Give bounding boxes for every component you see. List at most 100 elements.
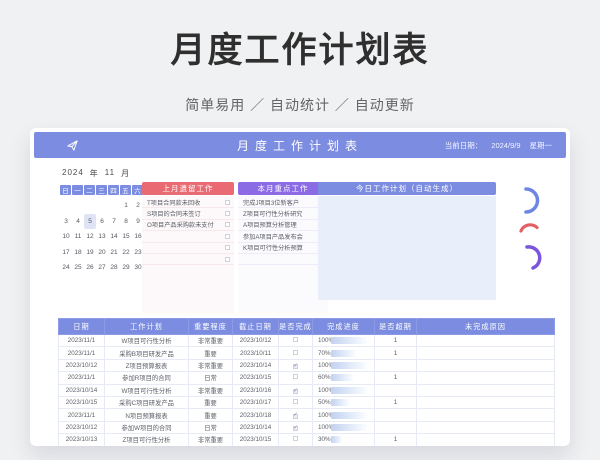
task-checkbox[interactable] — [225, 234, 230, 239]
progress-percent: 60% — [313, 374, 330, 381]
progress-bar — [331, 362, 367, 369]
done-checkbox[interactable] — [293, 426, 298, 431]
cell-reason — [417, 396, 555, 408]
cell-overdue: 1 — [375, 347, 417, 359]
progress-ring-charts — [508, 183, 552, 303]
done-checkbox[interactable] — [293, 436, 298, 441]
cell-plan: N项目预算报表 — [105, 409, 189, 421]
cell-plan: 采购B项目研发产品 — [105, 347, 189, 359]
done-checkbox[interactable] — [293, 414, 298, 419]
cell-date: 2023/11/1 — [59, 372, 105, 384]
calendar-day-cell[interactable]: 12 — [84, 229, 96, 245]
calendar-day-cell[interactable]: 18 — [72, 245, 84, 261]
task-checkbox[interactable] — [225, 245, 230, 250]
cell-date: 2023/10/14 — [59, 384, 105, 396]
done-checkbox[interactable] — [293, 399, 298, 404]
calendar-day-cell[interactable]: 15 — [120, 229, 132, 245]
calendar-day-cell[interactable]: 7 — [108, 214, 120, 230]
cell-priority: 非常重要 — [189, 434, 233, 446]
work-plan-table: 日期工作计划重要程度截止日期是否完成完成进度是否超期未完成原因 2023/11/… — [58, 318, 555, 446]
done-checkbox[interactable] — [293, 350, 298, 355]
progress-percent: 50% — [313, 399, 330, 406]
current-date-label: 当前日期： — [445, 140, 483, 151]
task-item: O项目产品采购款未支付 — [142, 220, 234, 231]
monthly-panel-body: 完成J项目3位新客户Z项目可行性分析研究A项目预算分析管理参加A项目产品发布会K… — [238, 196, 328, 313]
calendar-day-cell[interactable]: 25 — [72, 260, 84, 276]
calendar-day-cell[interactable] — [96, 198, 108, 214]
calendar-day-cell[interactable]: 28 — [108, 260, 120, 276]
calendar-day-cell[interactable]: 13 — [96, 229, 108, 245]
calendar-day-cell[interactable]: 6 — [96, 214, 108, 230]
cell-date: 2023/10/12 — [59, 359, 105, 371]
ring-red-arc — [521, 225, 537, 231]
cell-done — [279, 434, 313, 446]
calendar-month[interactable]: 11 — [105, 168, 115, 179]
ring-blue-arc — [526, 189, 538, 212]
calendar-day-cell[interactable]: 19 — [84, 245, 96, 261]
calendar-day-cell[interactable]: 27 — [96, 260, 108, 276]
cell-done — [279, 409, 313, 421]
calendar-day-cell[interactable]: 11 — [72, 229, 84, 245]
calendar-day-cell[interactable]: 1 — [120, 198, 132, 214]
cell-reason — [417, 384, 555, 396]
task-checkbox[interactable] — [225, 222, 230, 227]
task-checkbox[interactable] — [225, 257, 230, 262]
calendar-day-cell[interactable]: 4 — [72, 214, 84, 230]
progress-bar — [331, 350, 356, 357]
task-item-label: 参加A项目产品发布会 — [243, 232, 303, 241]
cell-done — [279, 384, 313, 396]
calendar-day-cell[interactable]: 10 — [60, 229, 72, 245]
calendar-day-cell[interactable]: 3 — [60, 214, 72, 230]
done-checkbox[interactable] — [293, 374, 298, 379]
calendar-day-cell[interactable] — [72, 198, 84, 214]
calendar-day-cell[interactable]: 21 — [108, 245, 120, 261]
calendar-day-cell[interactable]: 29 — [120, 260, 132, 276]
progress-bar — [331, 387, 367, 394]
calendar-day-cell[interactable]: 24 — [60, 260, 72, 276]
cell-reason — [417, 434, 555, 446]
calendar-day-cell[interactable] — [108, 198, 120, 214]
cell-done — [279, 421, 313, 433]
task-item-label: K项目可行性分析预算 — [243, 243, 303, 252]
app-window: 月度工作计划表 当前日期： 2024/9/9 星期一 2024 年 11 月 日… — [30, 128, 570, 446]
progress-cell: 100% — [313, 335, 374, 346]
calendar-month-label: 月 — [121, 168, 130, 179]
calendar-day-cell[interactable]: 8 — [120, 214, 132, 230]
cell-plan: W项目可行性分析 — [105, 384, 189, 396]
cell-overdue — [375, 359, 417, 371]
task-checkbox[interactable] — [225, 200, 230, 205]
done-checkbox[interactable] — [293, 389, 298, 394]
leftover-work-panel: 上月遗留工作 T项目合同款未回收S项目的合同未签订O项目产品采购款未支付 — [142, 182, 234, 313]
calendar-year[interactable]: 2024 — [62, 168, 84, 179]
leftover-panel-body: T项目合同款未回收S项目的合同未签订O项目产品采购款未支付 — [142, 196, 234, 313]
leftover-panel-header: 上月遗留工作 — [142, 182, 234, 195]
calendar-day-cell[interactable] — [84, 198, 96, 214]
calendar-weekday: 二 — [84, 185, 95, 195]
progress-percent: 100% — [313, 412, 330, 419]
calendar-day-cell[interactable]: 17 — [60, 245, 72, 261]
calendar-day-cell[interactable]: 14 — [108, 229, 120, 245]
table-row: 2023/10/12Z项目预算报表非常重要2023/10/14100% — [59, 359, 555, 371]
cell-plan: 采购C项目研发产品 — [105, 396, 189, 408]
task-item: K项目可行性分析预算 — [238, 243, 328, 254]
calendar-day-cell[interactable]: 5 — [84, 214, 96, 230]
calendar-day-cell[interactable]: 22 — [120, 245, 132, 261]
cell-reason — [417, 421, 555, 433]
cell-due: 2023/10/14 — [233, 359, 279, 371]
task-checkbox[interactable] — [225, 211, 230, 216]
calendar-title: 2024 年 11 月 — [60, 168, 144, 179]
cell-plan: 参加W项目的合同 — [105, 421, 189, 433]
cell-overdue — [375, 384, 417, 396]
cell-date: 2023/11/1 — [59, 335, 105, 347]
done-checkbox[interactable] — [293, 337, 298, 342]
cell-priority: 日常 — [189, 372, 233, 384]
task-item: Z项目可行性分析研究 — [238, 208, 328, 219]
cell-due: 2023/10/16 — [233, 384, 279, 396]
calendar-day-cell[interactable]: 26 — [84, 260, 96, 276]
calendar-day-cell[interactable]: 20 — [96, 245, 108, 261]
today-panel-body — [318, 196, 496, 300]
today-panel-header: 今日工作计划（自动生成） — [318, 182, 496, 195]
calendar-day-cell[interactable] — [60, 198, 72, 214]
done-checkbox[interactable] — [293, 364, 298, 369]
column-header: 日期 — [59, 319, 105, 335]
